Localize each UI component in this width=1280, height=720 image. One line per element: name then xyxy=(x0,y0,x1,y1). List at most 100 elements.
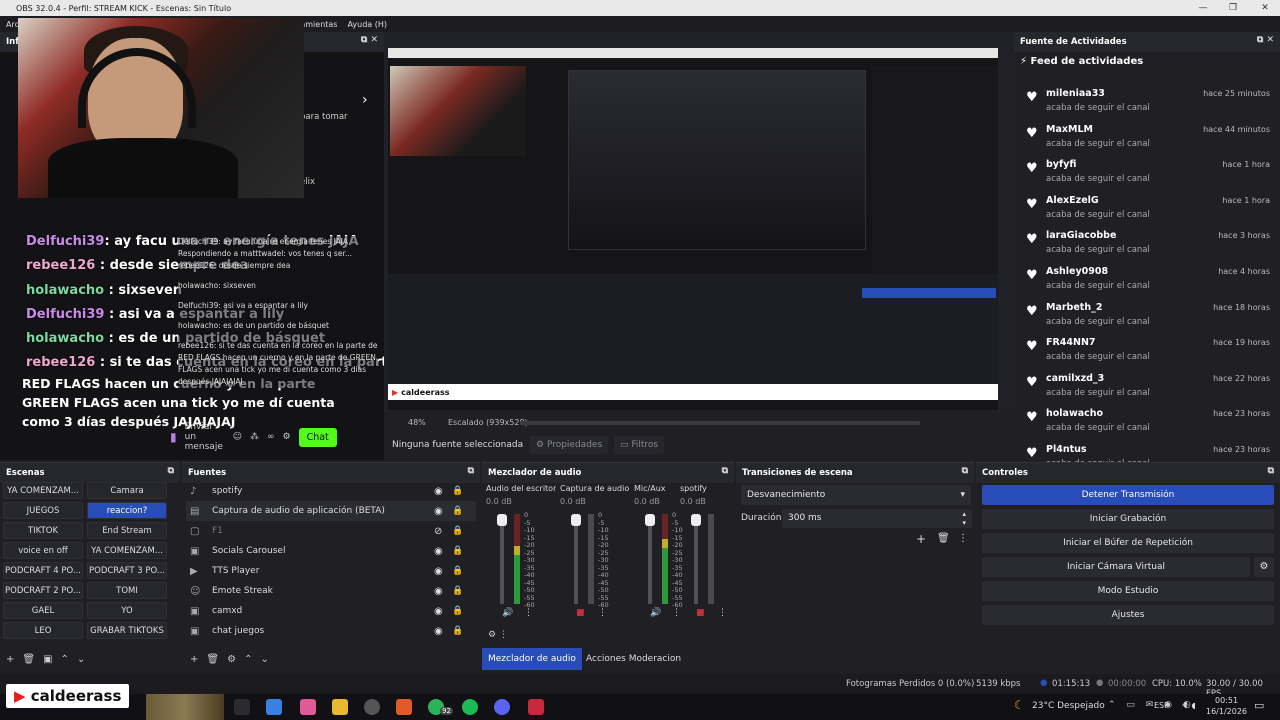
volume-slider[interactable] xyxy=(691,514,701,604)
visibility-eye-icon[interactable]: ◉ xyxy=(434,506,443,517)
volume-slider[interactable] xyxy=(571,514,581,604)
studio-mode-button[interactable]: Modo Estudio xyxy=(982,581,1274,601)
microphone-icon[interactable]: ▮ xyxy=(170,430,177,444)
dock-float-close-icon[interactable]: ⧉ ✕ xyxy=(361,35,378,45)
gear-icon[interactable]: ⚙ xyxy=(227,654,244,665)
app-icon-2[interactable] xyxy=(528,699,544,715)
dock-float-icon[interactable]: ⧉ xyxy=(468,466,474,476)
volume-slider-handle[interactable] xyxy=(571,514,581,526)
wifi-icon[interactable]: ◠ ◖ xyxy=(1182,701,1196,710)
source-row[interactable]: ▣ camxd ◉ 🔒 xyxy=(186,601,476,621)
properties-button[interactable]: ⚙ Propiedades xyxy=(530,436,609,454)
scene-button[interactable]: TIKTOK xyxy=(3,522,83,539)
add-icon[interactable]: + xyxy=(6,654,22,665)
source-row[interactable]: ▣ chat juegos ◉ 🔒 xyxy=(186,621,476,641)
trash-icon[interactable]: 🗑 xyxy=(22,654,43,665)
visibility-eye-icon[interactable]: ◉ xyxy=(434,586,443,597)
scene-button[interactable]: PODCRAFT 4 PO... xyxy=(3,562,83,579)
lock-icon[interactable]: 🔒 xyxy=(452,566,463,576)
start-replay-buffer-button[interactable]: Iniciar el Búfer de Repetición xyxy=(982,533,1274,553)
language-indicator[interactable]: ESP xyxy=(1154,701,1169,710)
preview-scrollbar[interactable] xyxy=(520,421,920,425)
more-options-icon[interactable]: ⋮ xyxy=(958,533,968,544)
volume-slider-handle[interactable] xyxy=(691,514,701,526)
transition-select[interactable]: Desvanecimiento ▾ xyxy=(741,485,971,505)
mute-speaker-icon[interactable]: 🔊 xyxy=(502,608,513,618)
scene-button[interactable]: YA COMENZAM... xyxy=(3,482,83,499)
trash-icon[interactable]: 🗑 xyxy=(206,654,227,665)
preview-canvas[interactable]: ▶ caldeerass xyxy=(388,48,998,410)
lock-icon[interactable]: 🔒 xyxy=(452,526,463,536)
settings-button[interactable]: Ajustes xyxy=(982,605,1274,625)
lock-icon[interactable]: 🔒 xyxy=(452,546,463,556)
tab-moderation[interactable]: Acciones Moderacion xyxy=(580,648,687,670)
volume-slider[interactable] xyxy=(497,514,507,604)
scene-button[interactable]: PODCRAFT 3 PO... xyxy=(87,562,167,579)
obs-icon[interactable] xyxy=(364,699,380,715)
stop-streaming-button[interactable]: Detener Transmisión xyxy=(982,485,1274,505)
visibility-eye-icon[interactable]: ◉ xyxy=(434,606,443,617)
start-recording-button[interactable]: Iniciar Grabación xyxy=(982,509,1274,529)
clock[interactable]: 00:51 16/1/2026 xyxy=(1206,695,1247,717)
infinity-icon[interactable]: ∞ xyxy=(267,432,275,442)
notifications-icon[interactable]: ▭ xyxy=(1254,699,1264,712)
source-row[interactable]: ♪ spotify ◉ 🔒 xyxy=(186,481,476,501)
lock-icon[interactable]: 🔒 xyxy=(452,606,463,616)
menu-item-ayuda[interactable]: Ayuda (H) xyxy=(347,20,387,29)
source-row[interactable]: ☺ Emote Streak ◉ 🔒 xyxy=(186,581,476,601)
mixer-settings-icons[interactable]: ⚙ ⋮ xyxy=(488,630,508,640)
scene-button[interactable]: YA COMENZAM... xyxy=(87,542,167,559)
chevron-up-icon[interactable]: ⌃ xyxy=(61,654,77,665)
store-icon[interactable] xyxy=(266,699,282,715)
scene-button[interactable]: TOMI xyxy=(87,582,167,599)
chevron-down-icon[interactable]: ⌄ xyxy=(260,654,276,665)
dock-float-close-icon[interactable]: ⧉ ✕ xyxy=(1257,35,1274,45)
tab-mixer[interactable]: Mezclador de audio xyxy=(482,648,582,670)
volume-slider-handle[interactable] xyxy=(645,514,655,526)
channel-menu-icon[interactable]: ⋮ xyxy=(598,608,607,618)
scene-button[interactable]: GRABAR TIKTOKS xyxy=(87,622,167,639)
chat-send-button[interactable]: Chat xyxy=(298,427,337,447)
share-icon[interactable]: ⁂ xyxy=(250,432,259,442)
chevron-up-icon[interactable]: ⌃ xyxy=(244,654,260,665)
settings-icon[interactable]: ⚙ xyxy=(283,432,291,442)
scene-button[interactable]: PODCRAFT 2 PO... xyxy=(3,582,83,599)
source-row[interactable]: ▢ F1 ⊘ 🔒 xyxy=(186,521,476,541)
dock-float-icon[interactable]: ⧉ xyxy=(722,466,728,476)
source-row[interactable]: ▤ Captura de audio de aplicación (BETA) ◉ 🔒 xyxy=(186,501,476,521)
duration-input[interactable]: 300 ms ▴ ▾ xyxy=(782,509,972,528)
mute-speaker-icon[interactable]: 🔊 xyxy=(650,608,661,618)
channel-menu-icon[interactable]: ⋮ xyxy=(524,608,533,618)
filters-button[interactable]: ▭ Filtros xyxy=(614,436,665,454)
stepper-icon[interactable]: ▴ ▾ xyxy=(962,510,966,528)
task-view-icon[interactable] xyxy=(234,699,250,715)
source-row[interactable]: ▶ TTS Player ◉ 🔒 xyxy=(186,561,476,581)
scene-button[interactable]: YO xyxy=(87,602,167,619)
visibility-eye-icon[interactable]: ◉ xyxy=(434,486,443,497)
lock-icon[interactable]: 🔒 xyxy=(452,486,463,496)
emoji-icon[interactable]: ☺ xyxy=(233,432,242,442)
channel-menu-icon[interactable]: ⋮ xyxy=(718,608,727,618)
source-row[interactable]: ▣ Socials Carousel ◉ 🔒 xyxy=(186,541,476,561)
brave-icon[interactable] xyxy=(396,699,412,715)
minimize-button[interactable]: — xyxy=(1188,0,1218,16)
visibility-eye-icon[interactable]: ◉ xyxy=(434,546,443,557)
trash-icon[interactable]: 🗑 xyxy=(937,533,950,544)
add-transition-icon[interactable]: + xyxy=(916,532,926,546)
scene-button[interactable]: Camara xyxy=(87,482,167,499)
weather-text[interactable]: 23°C Despejado xyxy=(1032,701,1105,711)
lock-icon[interactable]: 🔒 xyxy=(452,506,463,516)
chat-input[interactable]: Enviar un mensaje xyxy=(185,422,225,452)
lock-icon[interactable]: 🔒 xyxy=(452,586,463,596)
dock-float-icon[interactable]: ⧉ xyxy=(1268,466,1274,476)
maximize-button[interactable]: ❐ xyxy=(1218,0,1248,16)
virtual-camera-settings-icon[interactable]: ⚙ xyxy=(1254,557,1274,577)
mute-speaker-icon[interactable]: ■ xyxy=(696,608,705,618)
visibility-eye-icon[interactable]: ◉ xyxy=(434,626,443,637)
volume-slider-handle[interactable] xyxy=(497,514,507,526)
filter-icon[interactable]: ▣ xyxy=(43,654,60,665)
scene-button[interactable]: voice en off xyxy=(3,542,83,559)
scene-button[interactable]: End Stream xyxy=(87,522,167,539)
scene-button[interactable]: GAEL xyxy=(3,602,83,619)
scene-button[interactable]: LEO xyxy=(3,622,83,639)
